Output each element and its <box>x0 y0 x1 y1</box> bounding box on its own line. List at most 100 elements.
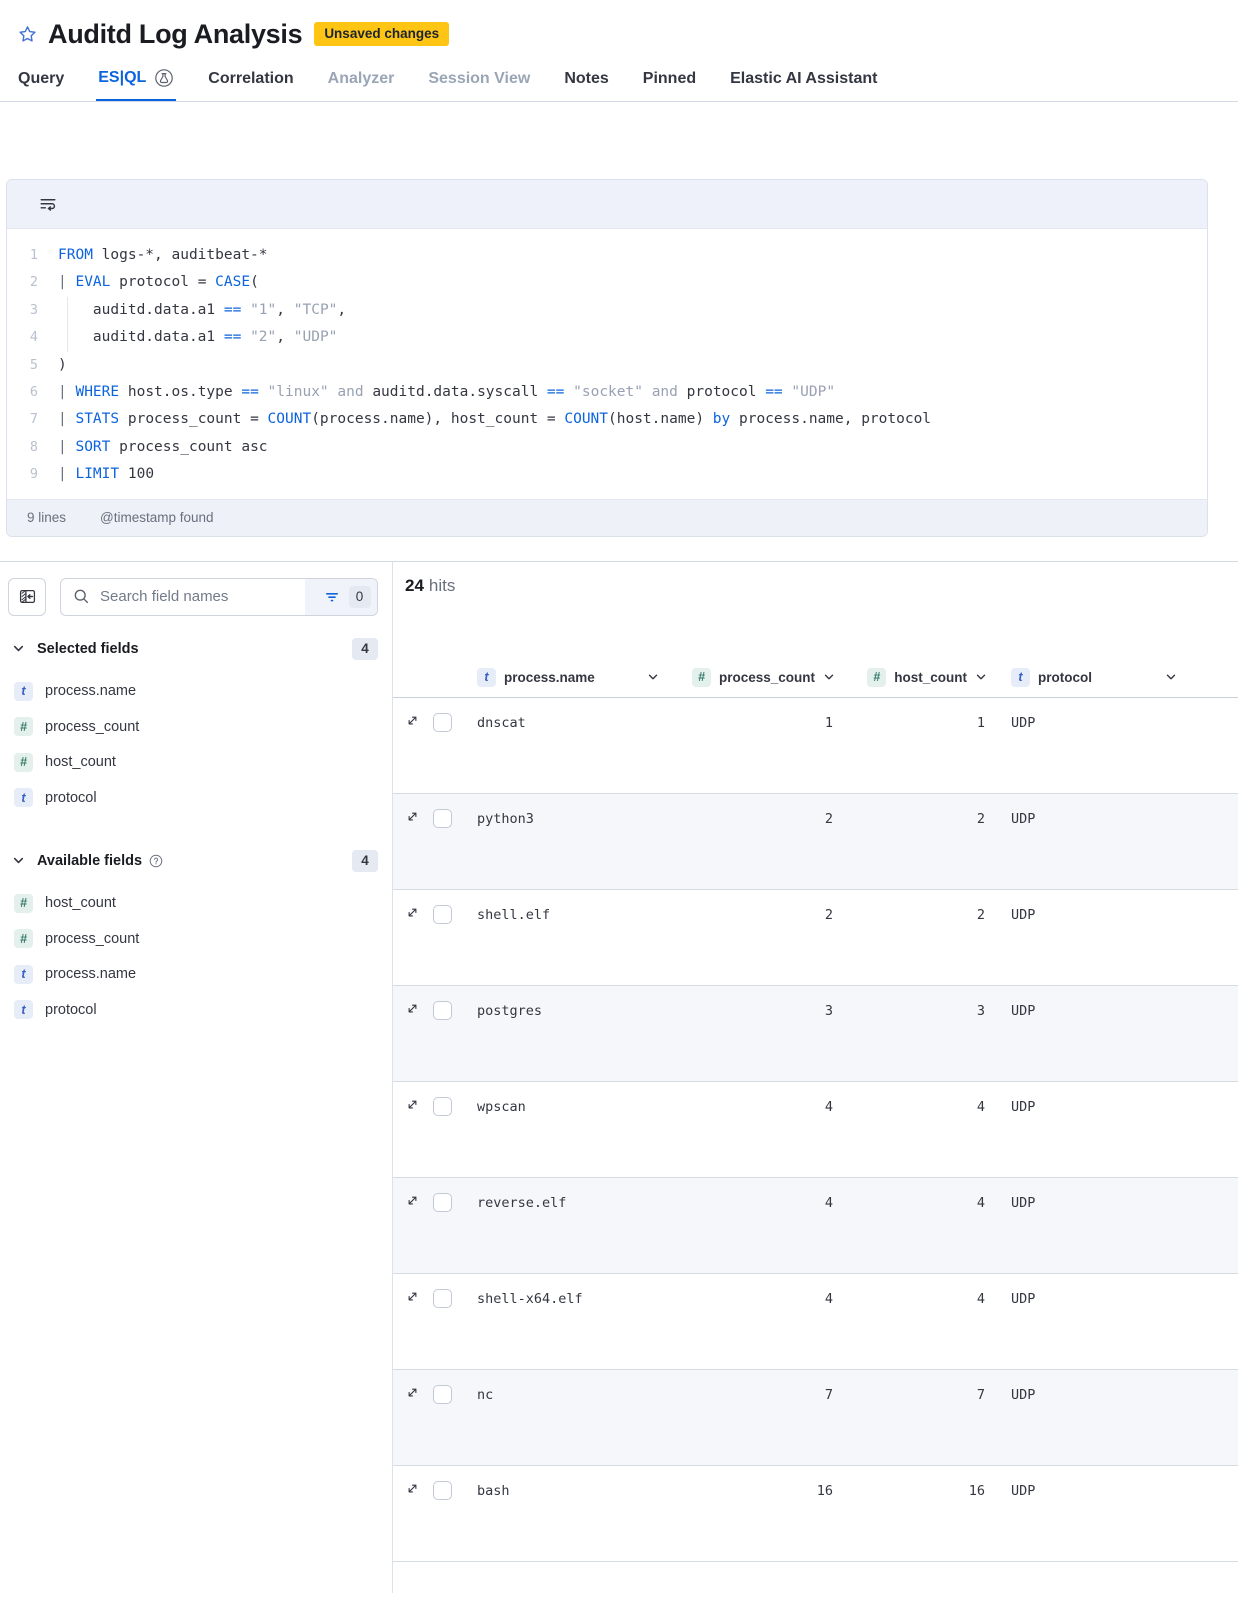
esql-query-code[interactable]: 1FROM logs-*, auditbeat-*2| EVAL protoco… <box>7 229 1207 499</box>
row-checkbox[interactable] <box>433 1001 452 1020</box>
cell-process-name[interactable]: nc <box>469 1370 671 1465</box>
cell-process-name[interactable]: dnscat <box>469 698 671 793</box>
row-checkbox[interactable] <box>433 1481 452 1500</box>
row-checkbox[interactable] <box>433 1097 452 1116</box>
row-checkbox[interactable] <box>433 1385 452 1404</box>
expand-row-button[interactable] <box>405 905 420 920</box>
field-item-process-name[interactable]: tprocess.name <box>8 674 378 710</box>
tab-elastic-ai-assistant[interactable]: Elastic AI Assistant <box>728 60 879 101</box>
tab-bar: QueryES|QL CorrelationAnalyzerSession Vi… <box>0 58 1238 102</box>
expand-row-icon <box>405 1097 420 1112</box>
tab-pinned[interactable]: Pinned <box>641 60 698 101</box>
column-header-host-count[interactable]: # host_count <box>843 668 995 687</box>
cell-process-count[interactable]: 1 <box>671 698 843 793</box>
cell-process-name[interactable]: wpscan <box>469 1082 671 1177</box>
tab-correlation[interactable]: Correlation <box>206 60 295 101</box>
cell-process-name[interactable]: postgres <box>469 986 671 1081</box>
code-text: auditd.data.a1 == "1", "TCP", <box>58 297 346 324</box>
field-item-host-count[interactable]: #host_count <box>8 886 378 922</box>
table-row: postgres33UDP <box>393 986 1238 1082</box>
expand-row-button[interactable] <box>405 1481 420 1496</box>
expand-row-button[interactable] <box>405 713 420 728</box>
cell-host-count[interactable]: 4 <box>843 1178 995 1273</box>
cell-protocol[interactable]: UDP <box>995 1466 1201 1561</box>
cell-process-count[interactable]: 2 <box>671 890 843 985</box>
section-header-selected-fields[interactable]: Selected fields4 <box>8 638 378 660</box>
cell-process-name[interactable]: shell.elf <box>469 890 671 985</box>
cell-protocol[interactable]: UDP <box>995 1274 1201 1369</box>
cell-host-count[interactable]: 2 <box>843 890 995 985</box>
field-item-host-count[interactable]: #host_count <box>8 745 378 781</box>
cell-host-count[interactable]: 1 <box>843 698 995 793</box>
cell-host-count[interactable]: 16 <box>843 1466 995 1561</box>
row-checkbox[interactable] <box>433 1193 452 1212</box>
cell-process-name[interactable]: reverse.elf <box>469 1178 671 1273</box>
cell-process-count[interactable]: 7 <box>671 1370 843 1465</box>
cell-host-count[interactable]: 7 <box>843 1370 995 1465</box>
section-header-available-fields[interactable]: Available fields 4 <box>8 850 378 872</box>
column-header-process-count[interactable]: # process_count <box>671 668 843 687</box>
cell-host-count[interactable]: 4 <box>843 1274 995 1369</box>
cell-process-count[interactable]: 4 <box>671 1082 843 1177</box>
column-header-protocol[interactable]: t protocol <box>995 668 1201 687</box>
expand-row-button[interactable] <box>405 1385 420 1400</box>
tab-label: Correlation <box>208 70 293 88</box>
code-line: 7| STATS process_count = COUNT(process.n… <box>7 406 1207 433</box>
cell-process-name[interactable]: python3 <box>469 794 671 889</box>
filter-count-badge: 0 <box>349 586 371 608</box>
cell-protocol[interactable]: UDP <box>995 986 1201 1081</box>
cell-process-count[interactable]: 4 <box>671 1274 843 1369</box>
cell-host-count[interactable]: 2 <box>843 794 995 889</box>
field-item-process-count[interactable]: #process_count <box>8 921 378 957</box>
field-item-process-name[interactable]: tprocess.name <box>8 957 378 993</box>
wrap-lines-icon[interactable] <box>39 195 57 213</box>
search-field-names-input[interactable] <box>90 588 305 605</box>
cell-process-count[interactable]: 3 <box>671 986 843 1081</box>
cell-protocol[interactable]: UDP <box>995 890 1201 985</box>
tab-label: Session View <box>428 70 530 88</box>
collapse-sidebar-button[interactable] <box>8 578 46 616</box>
expand-row-button[interactable] <box>405 1289 420 1304</box>
chevron-down-icon[interactable] <box>647 671 659 683</box>
cell-process-name[interactable]: bash <box>469 1466 671 1561</box>
column-header-process-name[interactable]: t process.name <box>469 668 671 687</box>
tab-query[interactable]: Query <box>16 60 66 101</box>
row-checkbox[interactable] <box>433 809 452 828</box>
chevron-down-icon[interactable] <box>823 671 835 683</box>
table-row: reverse.elf44UDP <box>393 1178 1238 1274</box>
expand-row-button[interactable] <box>405 1193 420 1208</box>
cell-process-name[interactable]: shell-x64.elf <box>469 1274 671 1369</box>
cell-host-count[interactable]: 3 <box>843 986 995 1081</box>
expand-row-button[interactable] <box>405 1001 420 1016</box>
chevron-down-icon[interactable] <box>975 671 987 683</box>
field-item-protocol[interactable]: tprotocol <box>8 992 378 1028</box>
field-filter-button[interactable]: 0 <box>305 579 377 615</box>
tab-notes[interactable]: Notes <box>562 60 610 101</box>
cell-host-count[interactable]: 4 <box>843 1082 995 1177</box>
field-count-badge: 4 <box>352 850 378 872</box>
tab-es-ql[interactable]: ES|QL <box>96 58 176 101</box>
row-checkbox[interactable] <box>433 905 452 924</box>
cell-protocol[interactable]: UDP <box>995 1082 1201 1177</box>
row-checkbox[interactable] <box>433 1289 452 1308</box>
help-icon[interactable] <box>149 854 163 868</box>
tab-session-view: Session View <box>426 60 532 101</box>
line-number: 3 <box>7 297 38 324</box>
field-count-badge: 4 <box>352 638 378 660</box>
favorite-star-icon[interactable] <box>16 23 38 45</box>
cell-process-count[interactable]: 2 <box>671 794 843 889</box>
field-item-protocol[interactable]: tprotocol <box>8 780 378 816</box>
code-text: | LIMIT 100 <box>58 461 154 488</box>
cell-protocol[interactable]: UDP <box>995 1178 1201 1273</box>
cell-protocol[interactable]: UDP <box>995 1370 1201 1465</box>
chevron-down-icon[interactable] <box>1165 671 1177 683</box>
cell-process-count[interactable]: 16 <box>671 1466 843 1561</box>
cell-protocol[interactable]: UDP <box>995 698 1201 793</box>
expand-row-button[interactable] <box>405 1097 420 1112</box>
cell-protocol[interactable]: UDP <box>995 794 1201 889</box>
expand-row-icon <box>405 1385 420 1400</box>
field-item-process-count[interactable]: #process_count <box>8 709 378 745</box>
row-checkbox[interactable] <box>433 713 452 732</box>
expand-row-button[interactable] <box>405 809 420 824</box>
cell-process-count[interactable]: 4 <box>671 1178 843 1273</box>
